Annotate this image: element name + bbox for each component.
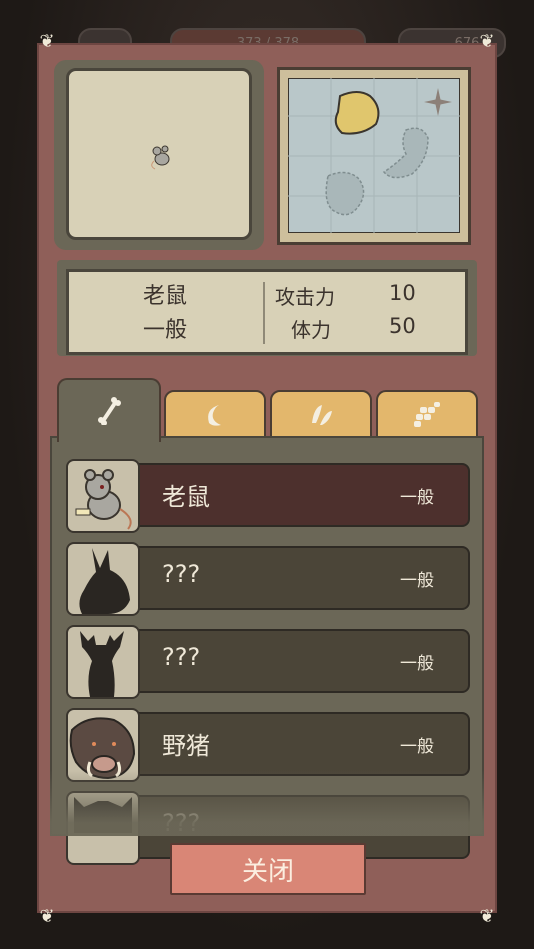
creature-portrait <box>66 68 252 240</box>
list-item-name: ??? <box>162 643 201 671</box>
creature-rarity: 一般 <box>143 318 188 343</box>
attack-label: 攻击力 <box>275 285 335 309</box>
stamina-label: 体力 <box>291 318 331 342</box>
list-item-thumbnail <box>66 459 140 533</box>
list-item-thumbnail <box>66 542 140 616</box>
rat-icon <box>75 469 132 530</box>
corner-ornament-icon: ❦ <box>39 31 55 52</box>
creature-name: 老鼠 <box>143 284 188 309</box>
list-item-thumbnail <box>66 708 140 782</box>
tab-feather[interactable] <box>270 390 372 440</box>
corner-ornament-icon: ❦ <box>479 906 495 927</box>
stats-divider <box>263 282 265 344</box>
tab-claw[interactable] <box>164 390 266 440</box>
tab-bone[interactable] <box>57 378 161 442</box>
list-item-thumbnail <box>66 625 140 699</box>
list-item-rarity: 一般 <box>400 488 434 508</box>
list-item-rarity: 一般 <box>400 654 434 674</box>
scales-icon <box>414 402 440 427</box>
world-map <box>288 78 460 233</box>
island-known <box>334 91 380 135</box>
list-item-rarity: 一般 <box>400 737 434 757</box>
boar-icon <box>69 717 136 780</box>
corner-ornament-icon: ❦ <box>479 31 495 52</box>
list-item[interactable]: 老鼠 一般 <box>66 459 470 533</box>
claw-icon <box>208 405 221 426</box>
attack-value: 10 <box>389 281 416 305</box>
list-item-name: ??? <box>162 560 201 588</box>
list-item-name: 野猪 <box>162 732 210 760</box>
list-item[interactable]: 野猪 一般 <box>66 708 470 782</box>
bat-silhouette-icon <box>74 797 132 833</box>
corner-ornament-icon: ❦ <box>39 906 55 927</box>
tab-scales[interactable] <box>376 390 478 440</box>
close-button-label: 关闭 <box>241 856 294 887</box>
list-item-rarity: 一般 <box>400 571 434 591</box>
list-item-thumbnail <box>66 791 140 865</box>
stamina-value: 50 <box>389 314 416 338</box>
bone-icon <box>98 397 121 425</box>
list-item-name: 老鼠 <box>162 483 210 511</box>
list-item[interactable]: ??? 一般 <box>66 542 470 616</box>
close-button[interactable]: 关闭 <box>170 843 366 895</box>
feather-icon <box>312 405 332 425</box>
rat-icon <box>151 145 170 170</box>
deer-silhouette-icon <box>80 631 124 697</box>
list-item-name: ??? <box>162 809 201 837</box>
list-item[interactable]: ??? 一般 <box>66 625 470 699</box>
rabbit-silhouette-icon <box>79 548 130 614</box>
